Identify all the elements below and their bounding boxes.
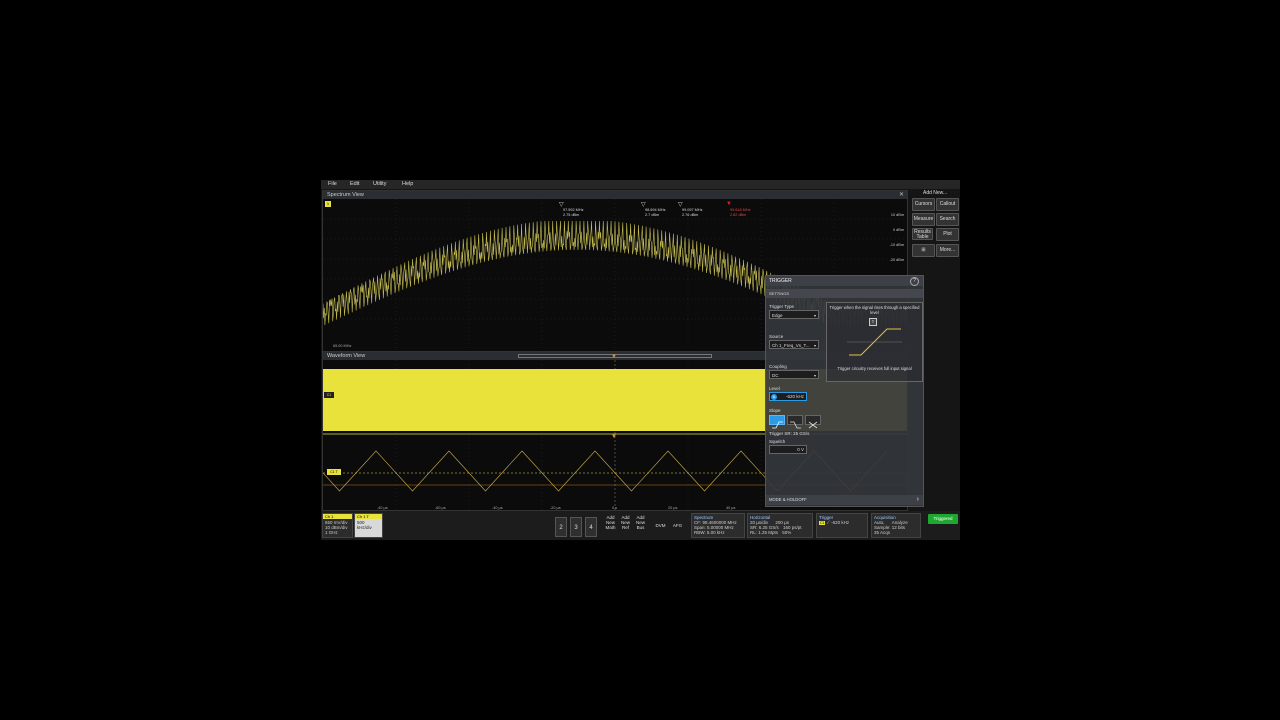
- measure-button[interactable]: Measure: [912, 213, 935, 226]
- trigger-type-label: Trigger Type: [769, 304, 795, 309]
- level-input[interactable]: A -620 kHz: [769, 392, 807, 401]
- x-tick-label: 40 µs: [726, 506, 736, 510]
- squelch-value: 0 V: [797, 447, 804, 452]
- coupling-select[interactable]: DC ▾: [769, 370, 819, 379]
- trigger-badge[interactable]: Trigger C1 ⟋ -620 kHz: [816, 513, 868, 538]
- plot-button[interactable]: Plot: [936, 228, 959, 241]
- marker-4-readout: 99.618 MHz 2.82 dBm: [730, 208, 751, 217]
- marker-3-readout: 99.097 MHz 2.76 dBm: [682, 208, 703, 217]
- x-tick-label: 20 µs: [668, 506, 678, 510]
- slope-rising-button[interactable]: [769, 415, 785, 429]
- y-tick-label: 0 dBm: [893, 228, 904, 232]
- slope-label: Slope: [769, 408, 781, 413]
- close-icon[interactable]: ✕: [899, 191, 904, 199]
- menu-bar: File Edit Utility Help: [321, 180, 960, 189]
- ch1-level-badge[interactable]: C1: [323, 391, 335, 399]
- search-button[interactable]: Search: [936, 213, 959, 226]
- info-top-text: Trigger when the signal rises through a …: [829, 305, 920, 315]
- marker-4-icon[interactable]: ▼: [726, 201, 732, 207]
- more-button[interactable]: More...: [936, 244, 959, 257]
- trigger-info-box: Trigger when the signal rises through a …: [826, 302, 923, 382]
- ch1-math-settings-badge[interactable]: Ch 1 T 500 kHz/div: [354, 513, 383, 538]
- slope-falling-button[interactable]: [787, 415, 803, 429]
- x-tick-label: -40 µs: [377, 506, 388, 510]
- menu-help[interactable]: Help: [402, 181, 413, 187]
- source-select[interactable]: Ch 1_Freq_Vs_T... ▾: [769, 340, 819, 349]
- afg-button[interactable]: AFG: [671, 515, 684, 537]
- rising-edge-diagram-icon: [847, 328, 902, 356]
- add-new-title: Add New...: [923, 190, 948, 196]
- ch1-badge[interactable]: Ch 1 650 mV/div 10 dBm/div 1 GHz: [322, 513, 353, 538]
- help-icon[interactable]: ?: [910, 277, 919, 286]
- zoom-icon[interactable]: ⊞: [912, 244, 935, 257]
- menu-utility[interactable]: Utility: [373, 181, 386, 187]
- squelch-label: Squelch: [769, 439, 786, 444]
- trigger-dialog: TRIGGER ? SETTINGS Trigger Type Edge ▾ So…: [765, 275, 924, 507]
- channel-4-button[interactable]: 4: [585, 517, 597, 537]
- x-tick-label: -60 µs: [435, 506, 446, 510]
- callout-button[interactable]: Callout: [936, 198, 959, 211]
- chevron-down-icon: ▾: [813, 343, 816, 348]
- add-new-panel: Add New... Cursors Callout Measure Searc…: [909, 188, 960, 258]
- source-label: Source: [769, 334, 784, 339]
- rising-edge-icon: ⟋: [826, 520, 830, 525]
- y-tick-label: -20 dBm: [889, 258, 904, 262]
- level-label: Level: [769, 386, 780, 391]
- marker-2-readout: 98.694 MHz 2.7 dBm: [645, 208, 666, 217]
- slope-either-button[interactable]: [805, 415, 821, 429]
- channel-3-button[interactable]: 3: [570, 517, 582, 537]
- add-new-bus-button[interactable]: Add New Bus: [634, 515, 647, 537]
- either-edge-icon: [808, 421, 818, 429]
- settings-label: SETTINGS: [769, 291, 790, 296]
- ch1-math-badge[interactable]: C1 T: [327, 469, 341, 475]
- level-value: -620 kHz: [786, 394, 805, 399]
- settings-header: [766, 289, 923, 298]
- chevron-down-icon: ▾: [813, 373, 816, 378]
- falling-edge-icon: [790, 421, 801, 429]
- marker-1-readout: 97.592 MHz 2.75 dBm: [563, 208, 584, 217]
- add-new-ref-button[interactable]: Add New Ref: [619, 515, 632, 537]
- y-tick-label: 10 dBm: [890, 213, 904, 217]
- chevron-right-icon: ›: [916, 496, 919, 503]
- knob-a-icon: A: [771, 394, 777, 400]
- mode-holdoff-row[interactable]: MODE & HOLDOFF ›: [766, 495, 923, 505]
- oscilloscope-window: File Edit Utility Help Spectrum View ✕ 1…: [321, 180, 960, 540]
- spectrum-start-freq: 65.00 MHz: [333, 344, 352, 348]
- marker-3-icon[interactable]: ▽: [678, 201, 683, 208]
- acquisition-badge[interactable]: Acquisition Auto, Analyze Sample: 12 bit…: [871, 513, 921, 538]
- triggered-status-button[interactable]: Triggered: [928, 514, 958, 524]
- x-tick-label: 0 s: [612, 506, 618, 510]
- dvm-button[interactable]: DVM: [654, 515, 667, 537]
- mode-holdoff-label: MODE & HOLDOFF: [769, 497, 807, 502]
- info-bottom-text: Trigger circuitry receives full input si…: [837, 366, 912, 371]
- trigger-sr-note: Trigger SR: 25 GS/s: [769, 431, 810, 436]
- add-new-math-button[interactable]: Add New Math: [604, 515, 617, 537]
- marker-2-icon[interactable]: ▽: [641, 201, 646, 208]
- trigger-marker-icon[interactable]: ▼: [611, 434, 617, 440]
- cursors-button[interactable]: Cursors: [912, 198, 935, 211]
- trigger-type-select[interactable]: Edge ▾: [769, 310, 819, 319]
- channel-2-button[interactable]: 2: [555, 517, 567, 537]
- squelch-input[interactable]: 0 V: [769, 445, 807, 454]
- x-tick-label: -20 µs: [550, 506, 561, 510]
- coupling-label: Coupling: [769, 364, 787, 369]
- menu-edit[interactable]: Edit: [350, 181, 359, 187]
- spectrum-view-title: Spectrum View: [323, 191, 907, 199]
- trigger-dialog-title: TRIGGER: [769, 278, 792, 284]
- menu-file[interactable]: File: [328, 181, 337, 187]
- marker-1-icon[interactable]: ▽: [559, 201, 564, 208]
- chevron-down-icon: ▾: [813, 313, 816, 318]
- results-table-button[interactable]: Results Table: [912, 228, 933, 240]
- y-tick-label: -10 dBm: [889, 243, 904, 247]
- settings-bar: Ch 1 650 mV/div 10 dBm/div 1 GHz Ch 1 T 50…: [321, 511, 960, 540]
- spectrum-badge[interactable]: Spectrum CF: 98.4600000 MHz Span: 5.00000…: [691, 513, 745, 538]
- rising-edge-icon: [772, 421, 783, 429]
- horizontal-badge[interactable]: Horizontal 20 µs/div 200 µs SR: 6.25 GS/…: [747, 513, 813, 538]
- x-tick-label: -40 µs: [492, 506, 503, 510]
